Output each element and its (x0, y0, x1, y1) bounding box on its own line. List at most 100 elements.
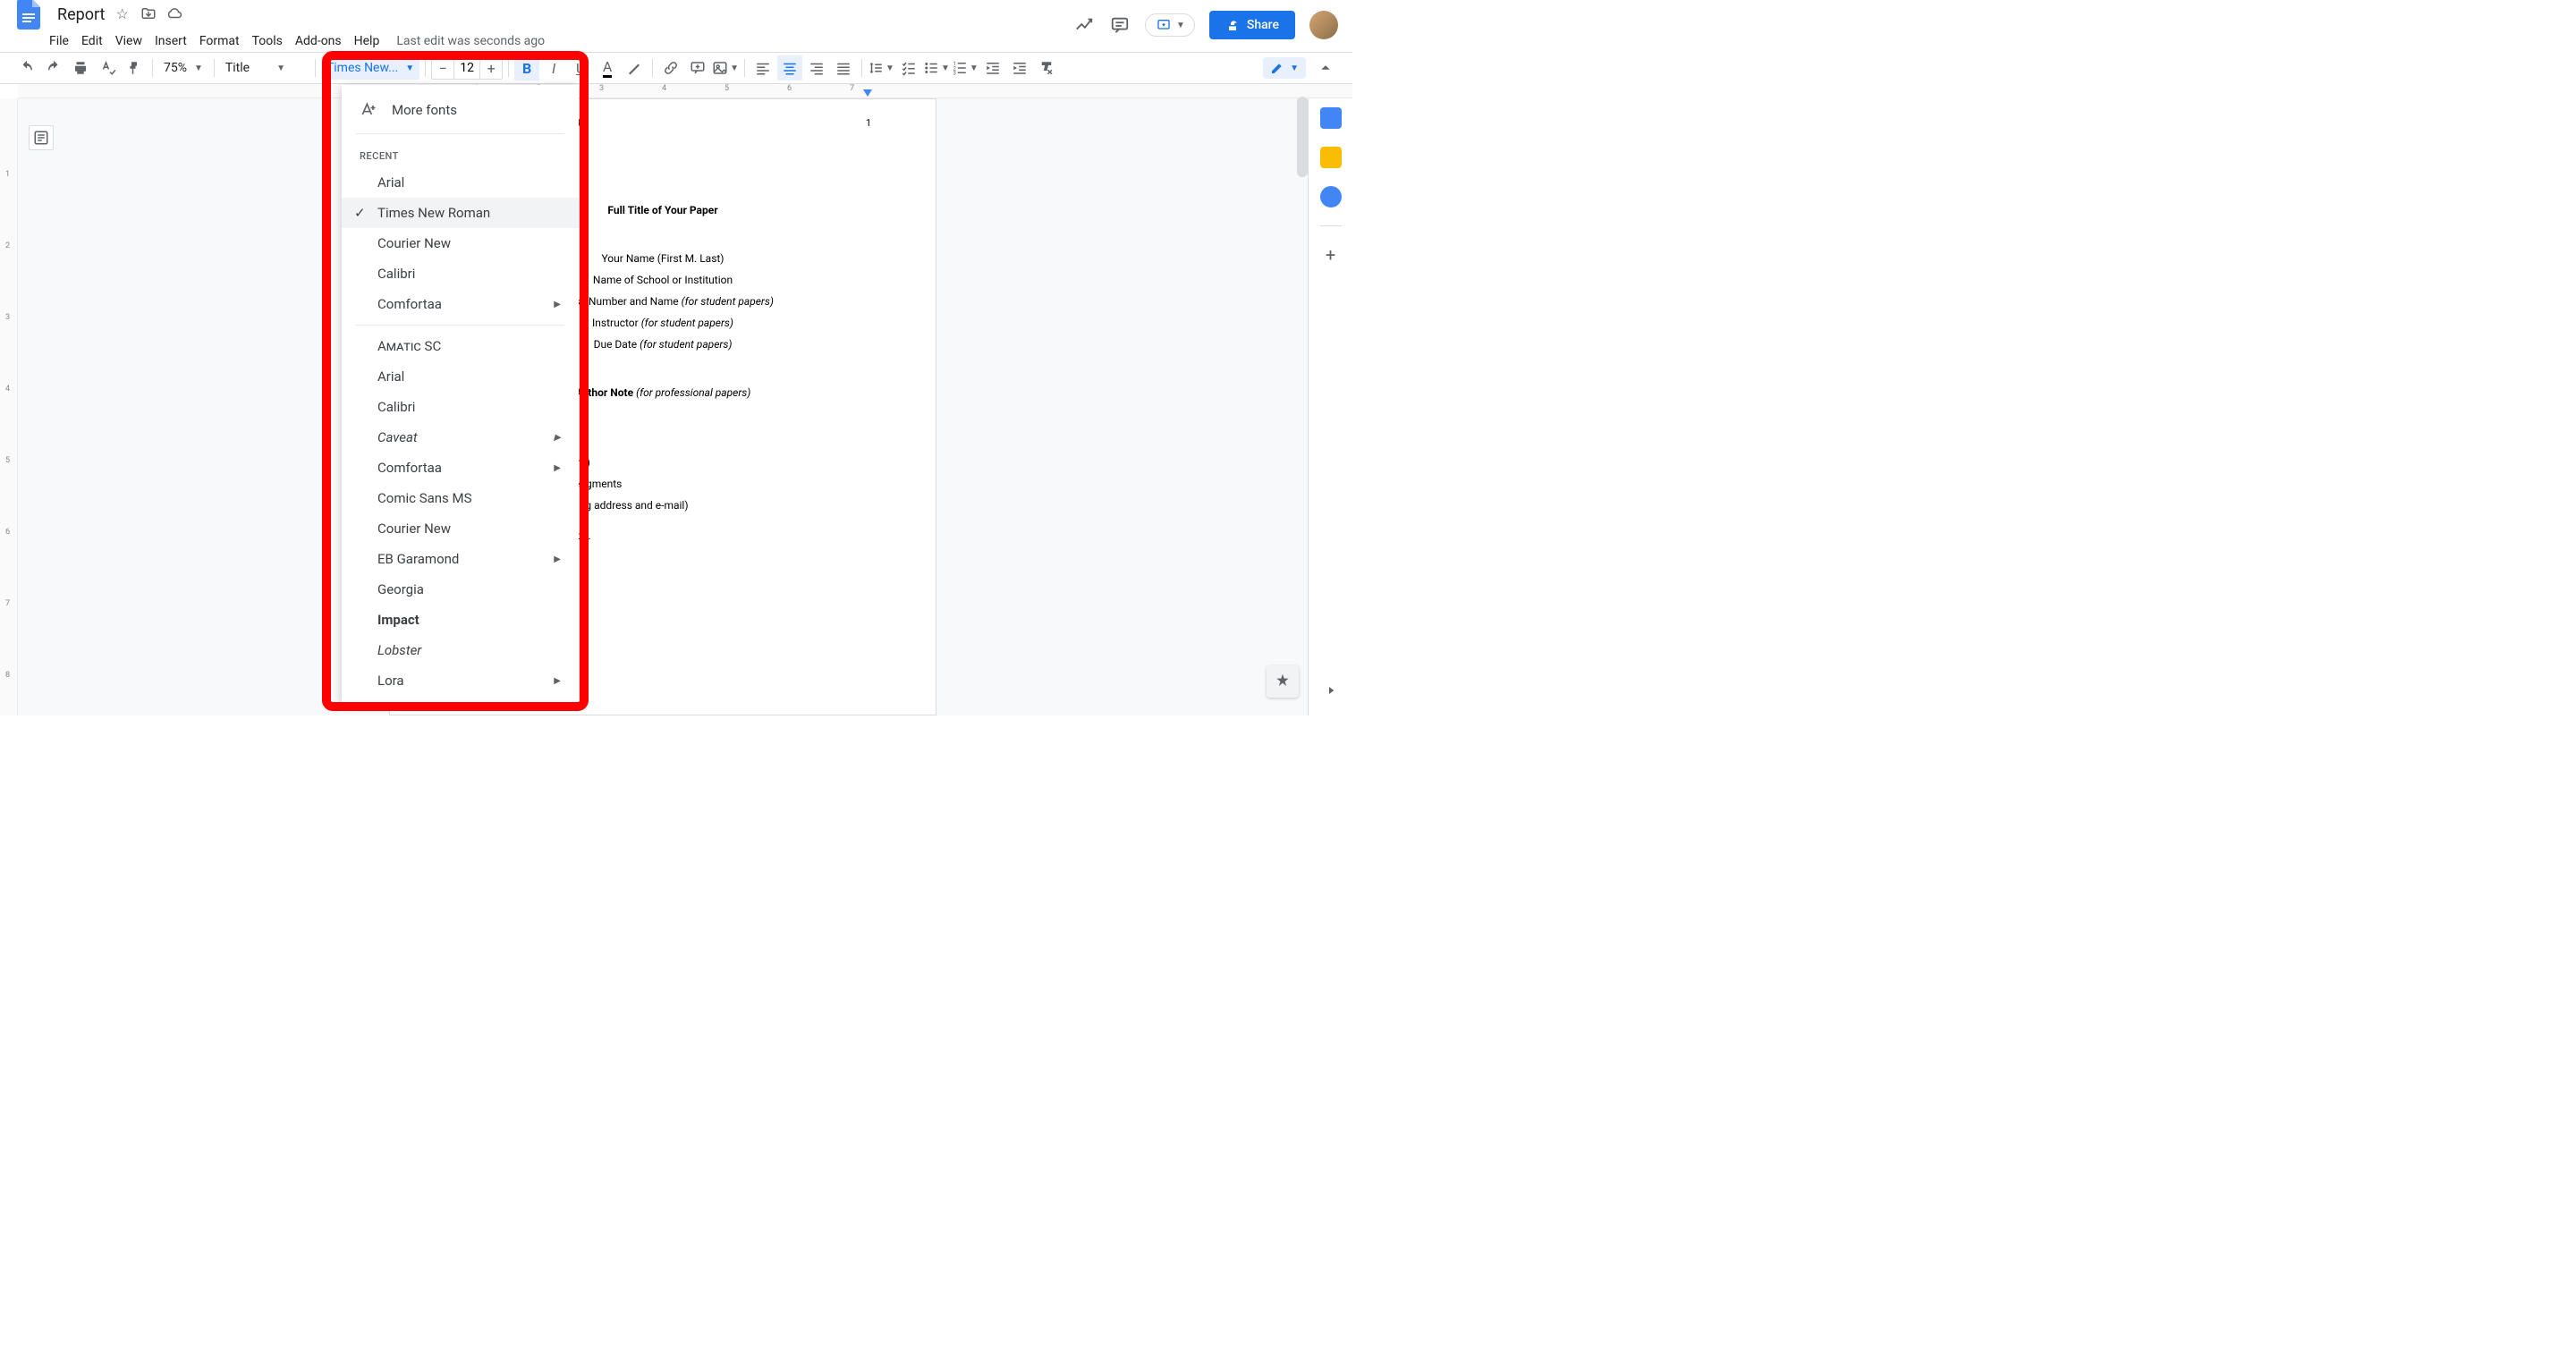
separator (1320, 225, 1342, 226)
paint-format-button[interactable] (122, 55, 147, 80)
header-actions: ▼ Share (1073, 11, 1338, 39)
cloud-status-icon[interactable] (165, 5, 183, 23)
text-color-button[interactable]: A (595, 55, 620, 80)
svg-text:3: 3 (953, 71, 955, 77)
font-option[interactable]: Courier New (342, 228, 579, 258)
align-justify-button[interactable] (831, 55, 856, 80)
last-edit-label[interactable]: Last edit was seconds ago (396, 34, 545, 48)
workspace: 1 2 3 4 5 6 7 8 Title (for professional … (0, 98, 1352, 715)
toolbar: 75% ▼ Title ▼ Times New... ▼ − 12 + B I … (0, 52, 1352, 84)
avatar[interactable] (1309, 11, 1338, 39)
font-option[interactable]: Georgia (342, 574, 579, 605)
share-button[interactable]: Share (1209, 11, 1295, 39)
font-option[interactable]: Courier New (342, 513, 579, 544)
horizontal-ruler[interactable]: 1 2 3 4 5 6 7 (18, 84, 1352, 98)
align-center-button[interactable] (777, 55, 802, 80)
menu-insert[interactable]: Insert (148, 30, 193, 52)
highlight-button[interactable] (622, 55, 647, 80)
editing-mode-button[interactable]: ▼ (1263, 57, 1306, 79)
font-option[interactable]: Lora▶ (342, 665, 579, 696)
font-option[interactable]: Comfortaa▶ (342, 289, 579, 319)
menu-view[interactable]: View (109, 30, 148, 52)
checklist-button[interactable] (896, 55, 921, 80)
menu-addons[interactable]: Add-ons (289, 30, 348, 52)
share-label: Share (1247, 18, 1279, 32)
print-button[interactable] (68, 55, 93, 80)
indent-marker-icon[interactable] (863, 89, 872, 98)
style-select[interactable]: Title ▼ (220, 61, 309, 75)
docs-icon (17, 0, 40, 30)
font-option[interactable]: Lobster (342, 635, 579, 665)
font-size-decrease[interactable]: − (432, 57, 453, 79)
move-icon[interactable] (140, 5, 158, 23)
star-icon[interactable]: ☆ (115, 5, 133, 23)
tasks-icon[interactable] (1320, 186, 1342, 207)
font-option[interactable]: Amatic SC (342, 331, 579, 361)
explore-button[interactable] (1267, 665, 1299, 698)
menu-help[interactable]: Help (348, 30, 386, 52)
menu-tools[interactable]: Tools (246, 30, 289, 52)
indent-decrease-button[interactable] (980, 55, 1005, 80)
bullet-list-button[interactable]: ▼ (923, 55, 950, 80)
menu-file[interactable]: File (43, 30, 75, 52)
outline-toggle-button[interactable] (29, 125, 54, 150)
separator (652, 59, 653, 77)
indent-increase-button[interactable] (1007, 55, 1032, 80)
font-option[interactable]: EB Garamond▶ (342, 544, 579, 574)
canvas[interactable]: Title (for professional papers) 1 Full T… (18, 98, 1308, 715)
chevron-right-icon: ▶ (554, 676, 561, 686)
font-size-increase[interactable]: + (480, 57, 502, 79)
insert-comment-button[interactable] (685, 55, 710, 80)
font-dropdown: More fonts RECENT Arial✓Times New RomanC… (342, 85, 579, 703)
numbered-list-button[interactable]: 123▼ (952, 55, 979, 80)
redo-button[interactable] (41, 55, 66, 80)
menu-format[interactable]: Format (193, 30, 246, 52)
comments-icon[interactable] (1109, 14, 1131, 36)
document-title[interactable]: Report (54, 5, 108, 24)
recent-label: RECENT (342, 140, 579, 167)
collapse-toolbar-button[interactable] (1313, 55, 1338, 80)
chevron-down-icon: ▼ (1290, 63, 1299, 73)
font-option[interactable]: Calibri (342, 258, 579, 289)
activity-icon[interactable] (1073, 14, 1095, 36)
font-option[interactable]: ✓Times New Roman (342, 198, 579, 228)
chevron-down-icon: ▼ (1176, 21, 1185, 30)
font-option[interactable]: Comfortaa▶ (342, 453, 579, 483)
separator (214, 59, 215, 77)
chevron-down-icon: ▼ (405, 63, 414, 73)
align-right-button[interactable] (804, 55, 829, 80)
insert-image-button[interactable]: ▼ (712, 55, 739, 80)
separator (315, 59, 316, 77)
align-left-button[interactable] (750, 55, 775, 80)
font-option[interactable]: Calibri (342, 392, 579, 422)
italic-button[interactable]: I (541, 55, 566, 80)
font-option[interactable]: Arial (342, 361, 579, 392)
font-option[interactable]: Comic Sans MS (342, 483, 579, 513)
clear-formatting-button[interactable] (1034, 55, 1059, 80)
font-option[interactable]: Arial (342, 167, 579, 198)
separator (356, 133, 564, 134)
underline-button[interactable]: U (568, 55, 593, 80)
line-spacing-button[interactable]: ▼ (868, 55, 894, 80)
undo-button[interactable] (14, 55, 39, 80)
docs-logo[interactable] (11, 0, 47, 32)
side-panel-collapse[interactable] (1324, 683, 1338, 701)
present-button[interactable]: ▼ (1145, 13, 1195, 37)
zoom-select[interactable]: 75% ▼ (158, 61, 208, 75)
scrollbar[interactable] (1297, 97, 1308, 177)
spellcheck-button[interactable] (95, 55, 120, 80)
add-addon-icon[interactable]: + (1320, 244, 1342, 266)
menu-edit[interactable]: Edit (75, 30, 109, 52)
more-fonts-button[interactable]: More fonts (342, 92, 579, 128)
font-size-value[interactable]: 12 (453, 57, 480, 79)
keep-icon[interactable] (1320, 147, 1342, 168)
insert-link-button[interactable] (658, 55, 683, 80)
chevron-down-icon: ▼ (276, 63, 285, 73)
font-select[interactable]: Times New... ▼ (321, 56, 419, 80)
calendar-icon[interactable] (1320, 107, 1342, 129)
separator (744, 59, 745, 77)
font-option[interactable]: Impact (342, 605, 579, 635)
font-option[interactable]: Caveat▶ (342, 422, 579, 453)
vertical-ruler[interactable]: 1 2 3 4 5 6 7 8 (0, 98, 18, 715)
bold-button[interactable]: B (514, 55, 539, 80)
